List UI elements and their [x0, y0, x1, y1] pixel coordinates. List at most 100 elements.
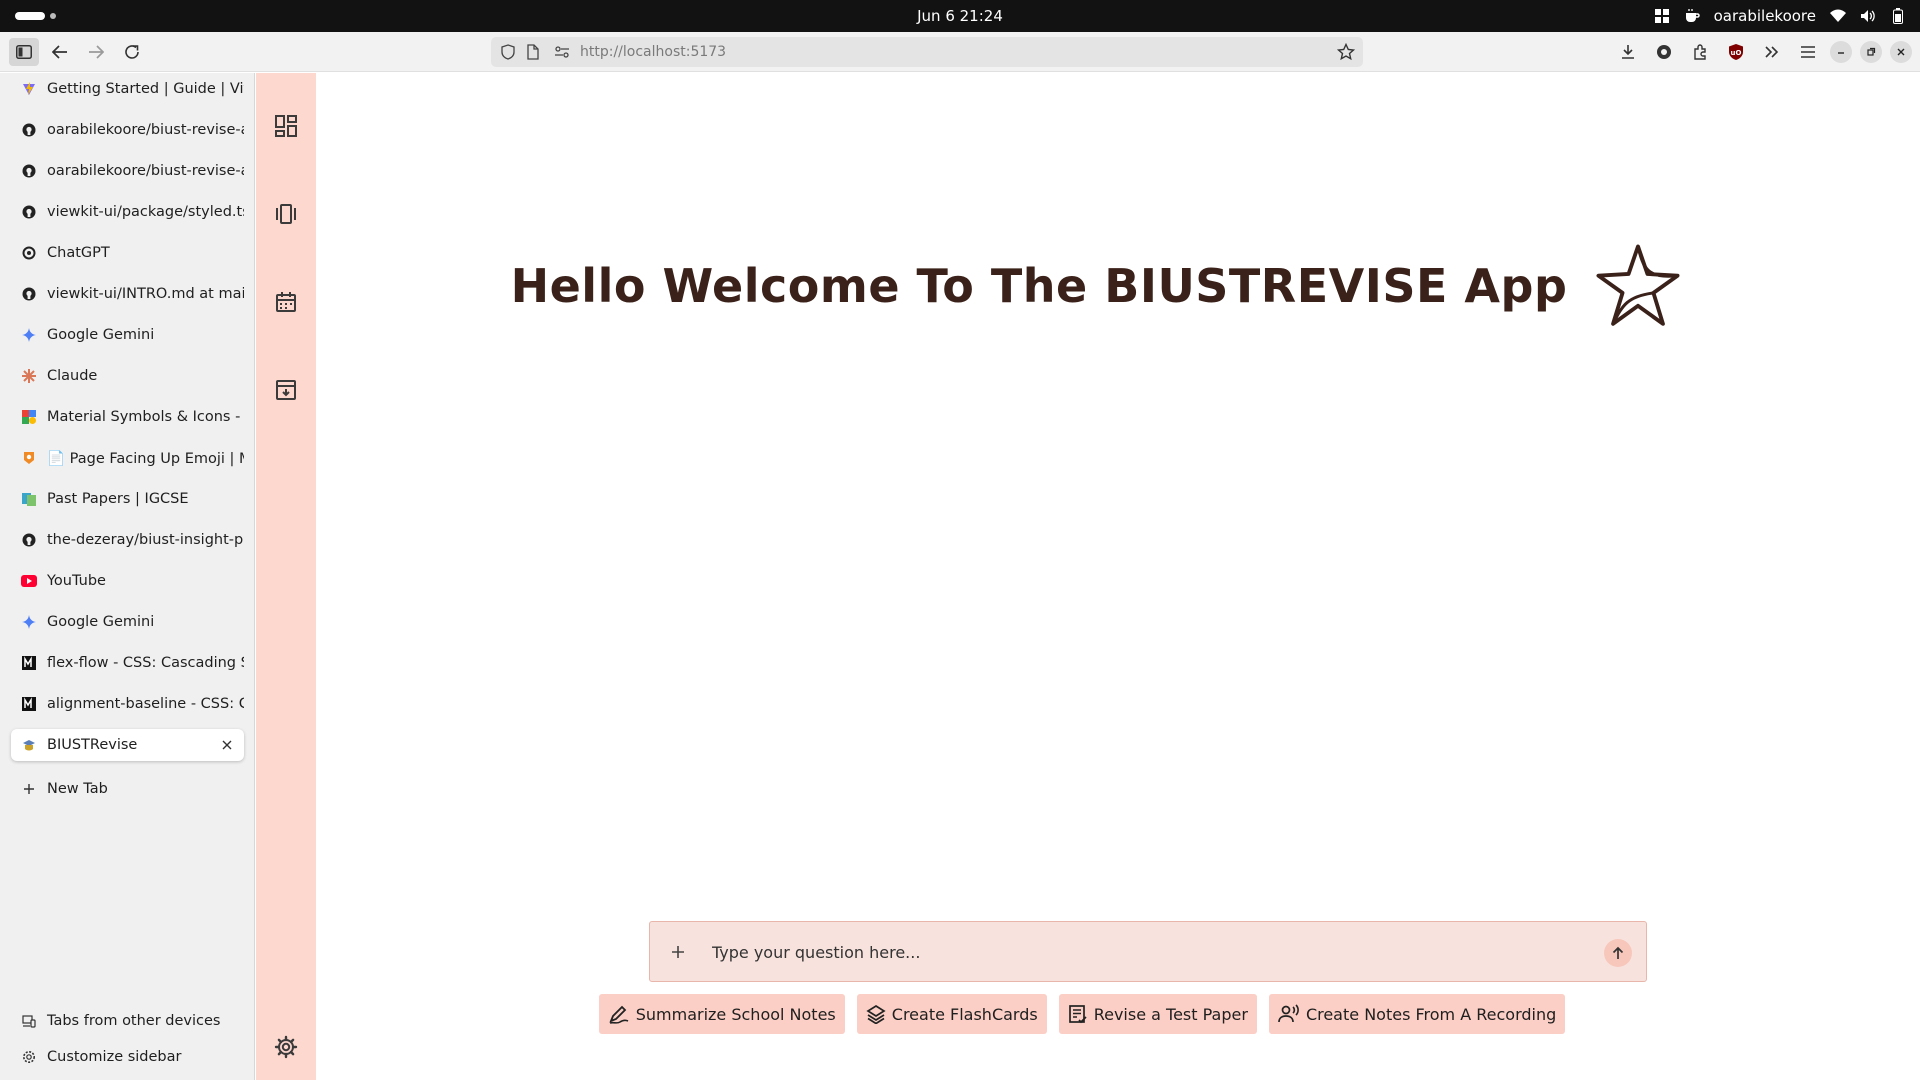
tab-item[interactable]: YouTube	[11, 565, 244, 597]
wifi-icon[interactable]	[1830, 8, 1846, 24]
tab-title: Getting Started | Guide | Vite	[47, 81, 244, 97]
test-paper-icon	[1068, 1005, 1087, 1024]
tab-item[interactable]: BIUSTRevise	[11, 729, 244, 761]
tab-item[interactable]: viewkit-ui/package/styled.ts at main	[11, 196, 244, 228]
svg-text:uO: uO	[1731, 49, 1742, 57]
app-grid-icon[interactable]	[1654, 8, 1670, 24]
send-button[interactable]	[1604, 939, 1632, 967]
os-username[interactable]: oarabilekoore	[1714, 7, 1816, 25]
os-top-bar: Jun 6 21:24 oarabilekoore	[0, 0, 1920, 32]
attach-button[interactable]	[666, 940, 690, 964]
sidebar-toggle-button[interactable]	[9, 38, 39, 66]
permissions-icon[interactable]	[554, 44, 570, 64]
ublock-shield-icon[interactable]: uO	[1722, 38, 1750, 66]
bookmark-star-icon[interactable]	[1336, 42, 1356, 65]
restore-button[interactable]	[1860, 41, 1882, 63]
summarize-notes-button[interactable]: Summarize School Notes	[598, 994, 845, 1034]
new-tab-button[interactable]: New Tab	[11, 773, 244, 805]
battery-icon[interactable]	[1890, 8, 1906, 24]
plus-icon	[672, 946, 684, 958]
tab-item[interactable]: ChatGPT	[11, 237, 244, 269]
page-info-icon[interactable]	[527, 44, 539, 64]
mdn-icon	[21, 655, 37, 671]
summarize-notes-label: Summarize School Notes	[635, 1004, 836, 1024]
vite-icon	[21, 81, 37, 97]
coffee-icon[interactable]	[1684, 8, 1700, 24]
claude-icon	[21, 368, 37, 384]
tab-title: flex-flow - CSS: Cascading Style Sheets	[47, 655, 244, 671]
customize-sidebar-button[interactable]: Customize sidebar	[11, 1042, 244, 1072]
settings-button[interactable]	[270, 1031, 302, 1063]
create-flashcards-button[interactable]: Create FlashCards	[856, 994, 1047, 1034]
tracking-protection-icon[interactable]	[501, 44, 515, 64]
account-icon[interactable]	[1650, 38, 1678, 66]
tab-title: Claude	[47, 368, 98, 384]
downloads-icon[interactable]	[1614, 38, 1642, 66]
url-text[interactable]: http://localhost:5173	[580, 37, 726, 67]
revise-test-paper-button[interactable]: Revise a Test Paper	[1058, 994, 1257, 1034]
tab-item[interactable]: viewkit-ui/INTRO.md at main	[11, 278, 244, 310]
tab-item[interactable]: Google Gemini	[11, 606, 244, 638]
tab-item[interactable]: Getting Started | Guide | Vite	[11, 73, 244, 105]
tab-title: oarabilekoore/biust-revise-app	[47, 163, 244, 179]
notes-from-recording-button[interactable]: Create Notes From A Recording	[1268, 994, 1566, 1034]
tab-title: the-dezeray/biust-insight-project	[47, 532, 244, 548]
plus-icon	[21, 781, 37, 797]
tab-title: YouTube	[47, 573, 106, 589]
archive-download-icon	[276, 380, 296, 400]
chat-input-container	[649, 921, 1647, 982]
tab-item[interactable]: Past Papers | IGCSE	[11, 483, 244, 515]
tab-item[interactable]: oarabilekoore/biust-revise-app	[11, 114, 244, 146]
dashboard-icon	[275, 115, 297, 137]
star-logo-icon	[1596, 244, 1680, 326]
revise-test-paper-label: Revise a Test Paper	[1093, 1004, 1248, 1024]
tab-item[interactable]: Claude	[11, 360, 244, 392]
reload-button[interactable]	[117, 38, 147, 66]
extensions-icon[interactable]	[1686, 38, 1714, 66]
forward-button[interactable]	[81, 38, 111, 66]
close-window-button[interactable]	[1890, 41, 1912, 63]
browser-toolbar: http://localhost:5173 uO	[0, 32, 1920, 72]
minimize-button[interactable]	[1830, 41, 1852, 63]
question-input[interactable]	[712, 932, 1572, 972]
calendar-button[interactable]	[270, 286, 302, 318]
dashboard-button[interactable]	[270, 110, 302, 142]
layers-icon	[866, 1004, 886, 1024]
os-status-area[interactable]: oarabilekoore	[1654, 0, 1906, 32]
gemini-icon	[21, 327, 37, 343]
os-clock[interactable]: Jun 6 21:24	[0, 0, 1920, 32]
archive-button[interactable]	[270, 374, 302, 406]
tab-title: 📄 Page Facing Up Emoji | Meaning	[47, 450, 244, 467]
tab-item[interactable]: Google Gemini	[11, 319, 244, 351]
tab-item[interactable]: flex-flow - CSS: Cascading Style Sheets	[11, 647, 244, 679]
voice-recording-icon	[1278, 1004, 1299, 1023]
tab-title: viewkit-ui/INTRO.md at main	[47, 286, 244, 302]
notes-from-recording-label: Create Notes From A Recording	[1305, 1004, 1557, 1024]
hamburger-menu-icon[interactable]	[1794, 38, 1822, 66]
restore-icon	[1867, 47, 1876, 56]
tab-item[interactable]: the-dezeray/biust-insight-project	[11, 524, 244, 556]
tab-title: ChatGPT	[47, 245, 110, 261]
tab-item[interactable]: 📄 Page Facing Up Emoji | Meaning	[11, 442, 244, 474]
new-tab-label: New Tab	[47, 781, 108, 797]
tabs-from-other-devices-button[interactable]: Tabs from other devices	[11, 1006, 244, 1036]
customize-sidebar-label: Customize sidebar	[47, 1049, 182, 1065]
overflow-chevrons-icon[interactable]	[1758, 38, 1786, 66]
back-button[interactable]	[45, 38, 75, 66]
url-bar[interactable]: http://localhost:5173	[491, 37, 1363, 67]
flashcards-carousel-button[interactable]	[270, 198, 302, 230]
settings-icon	[274, 1035, 298, 1059]
arrow-left-icon	[52, 45, 67, 59]
carousel-icon	[276, 204, 296, 224]
tab-item[interactable]: oarabilekoore/biust-revise-app	[11, 155, 244, 187]
gemini-icon	[21, 614, 37, 630]
tab-title: BIUSTRevise	[47, 737, 138, 753]
volume-icon[interactable]	[1860, 8, 1876, 24]
close-tab-button[interactable]	[216, 734, 238, 756]
tab-item[interactable]: alignment-baseline - CSS: Cascading Styl…	[11, 688, 244, 720]
tab-item[interactable]: Material Symbols & Icons - Google Fonts	[11, 401, 244, 433]
close-icon	[222, 740, 232, 750]
emojipedia-icon	[21, 450, 37, 466]
tab-title: Google Gemini	[47, 614, 155, 630]
minimize-icon	[1838, 52, 1844, 54]
